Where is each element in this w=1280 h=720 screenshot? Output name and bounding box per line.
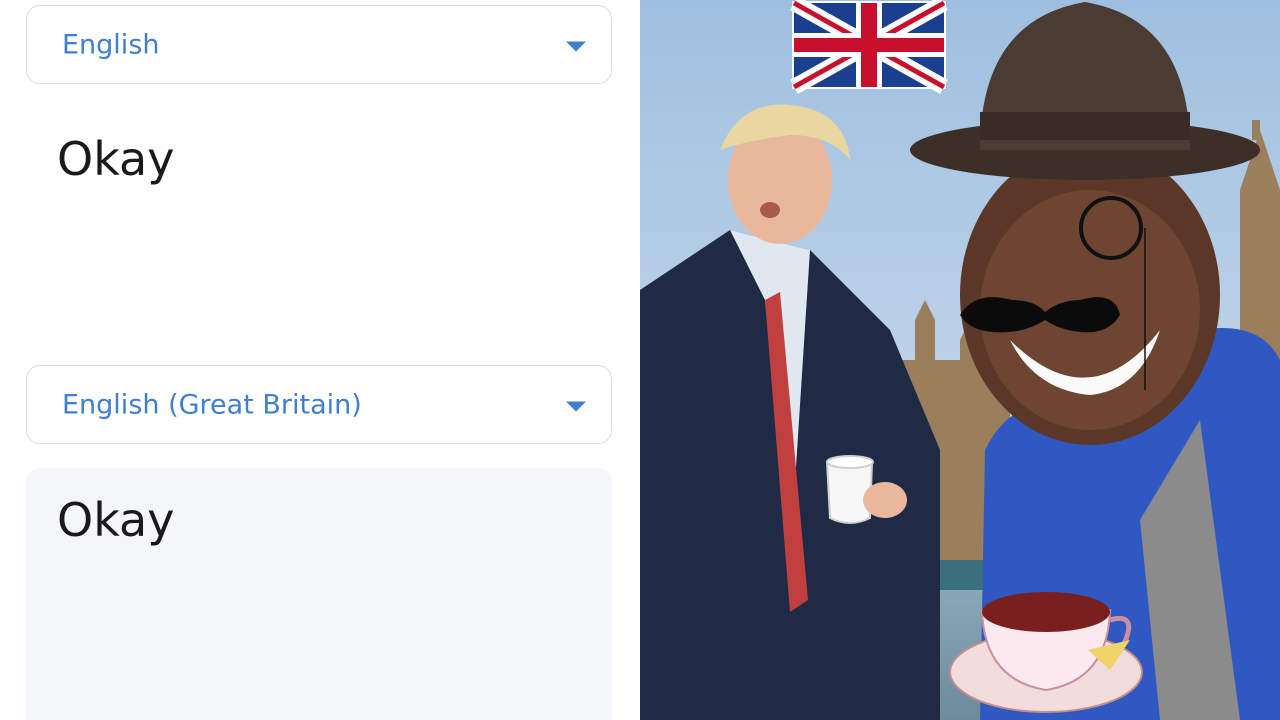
mug-icon <box>825 455 874 524</box>
meme-image <box>640 0 1280 720</box>
translated-text: Okay <box>57 493 175 547</box>
translation-output-box: Okay <box>26 468 612 720</box>
target-language-label: English (Great Britain) <box>62 389 362 420</box>
source-language-label: English <box>62 29 160 60</box>
chevron-down-icon <box>566 401 586 411</box>
source-language-select[interactable]: English <box>26 5 612 84</box>
screen: English Okay English (Great Britain) Oka… <box>0 0 1280 720</box>
source-text-input[interactable]: Okay <box>57 132 174 186</box>
chevron-down-icon <box>566 41 586 51</box>
translator-panel: English Okay English (Great Britain) Oka… <box>0 0 640 720</box>
union-jack-flag <box>790 0 948 94</box>
meme-illustration <box>640 0 1280 720</box>
target-language-select[interactable]: English (Great Britain) <box>26 365 612 444</box>
